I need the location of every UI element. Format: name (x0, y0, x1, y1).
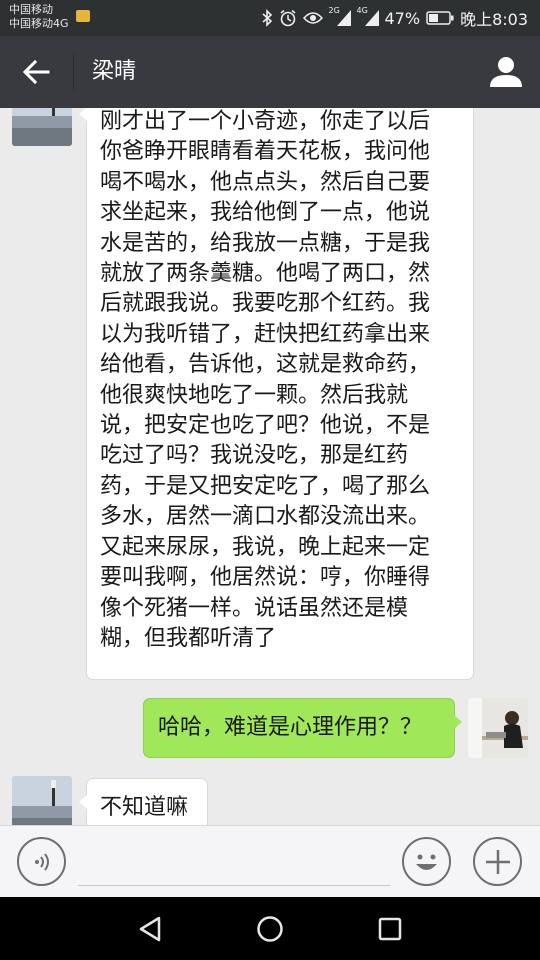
message-line: 求坐起来，我给他倒了一点，他说 (100, 200, 431, 226)
signal-icon-2: 4G (357, 6, 379, 26)
avatar-image (12, 108, 72, 146)
message-text: 不知道嘛 (100, 795, 189, 820)
nav-recents-icon (378, 917, 402, 941)
message-list[interactable]: 刚才出了一个小奇迹，你走了以后 你爸睁开眼睛看着天花板，我问他 喝不喝水，他点点… (0, 108, 540, 825)
alarm-icon (280, 9, 295, 27)
message-line: 像个死猪一样。说话虽然还是模 (100, 595, 409, 621)
message-line: 又起来尿尿，我说，晚上起来一定 (100, 534, 431, 560)
contact-avatar[interactable] (12, 776, 72, 825)
nav-recents-button[interactable] (372, 911, 408, 947)
message-line: 后就跟我说。我要吃那个红药。我 (100, 291, 431, 317)
message-line: 水是苦的，给我放一点糖，于是我 (100, 230, 431, 256)
back-arrow-icon (22, 59, 50, 85)
nav-back-button[interactable] (132, 911, 168, 947)
signal-1-label: 2G (328, 6, 340, 15)
header-divider (73, 54, 74, 90)
message-line: 他很爽快地吃了一颗。然后我就 (100, 382, 409, 408)
voice-button[interactable] (17, 837, 66, 886)
message-line: 刚才出了一个小奇迹，你走了以后 (100, 109, 431, 134)
message-line: 给他看，告诉他，这就是救命药， (100, 352, 431, 378)
nav-back-icon (139, 916, 161, 942)
signal-2-label: 4G (356, 6, 368, 15)
bubble-tail (79, 795, 87, 809)
nav-home-icon (257, 916, 283, 942)
signal-icon: 2G (329, 6, 351, 26)
chat-title: 梁晴 (92, 59, 137, 84)
bubble-tail (79, 108, 87, 121)
message-line: 多水，居然一滴口水都没流出来。 (100, 504, 431, 530)
avatar-image (12, 776, 72, 825)
carrier-info: 中国移动 中国移动4G (9, 3, 69, 31)
battery-percent: 47% (384, 8, 421, 28)
message-text: 哈哈，难道是心理作用？？ (158, 715, 423, 740)
nav-home-button[interactable] (252, 911, 288, 947)
message-bubble-own[interactable]: 哈哈，难道是心理作用？？ (143, 698, 462, 758)
message-line: 糊，但我都听清了 (100, 625, 277, 651)
input-bar (0, 825, 540, 897)
avatar-image (468, 698, 528, 758)
mail-icon (76, 10, 90, 22)
message-input[interactable] (78, 840, 390, 886)
contact-avatar[interactable] (12, 108, 72, 146)
status-icons: 2G 4G 47% 晚上8:03 (261, 6, 528, 30)
status-bar: 中国移动 中国移动4G 2G 4G 47% 晚上8:03 (0, 0, 540, 36)
message-line: 说，把安定也吃了吧？他说，不是 (100, 413, 431, 439)
voice-icon (34, 852, 49, 871)
message-line: 吃过了吗？我说没吃，那是红药 (100, 443, 409, 469)
eye-icon (302, 12, 323, 24)
system-nav-bar (0, 897, 540, 960)
battery-icon (426, 11, 454, 25)
more-button[interactable] (473, 837, 522, 886)
carrier-1: 中国移动 (9, 3, 53, 16)
clock: 晚上8:03 (460, 10, 528, 29)
my-avatar[interactable] (468, 698, 528, 758)
emoji-icon (416, 854, 437, 870)
person-icon (490, 57, 522, 87)
plus-icon (485, 849, 510, 874)
message-line: 就放了两条羹糖。他喝了两口，然 (100, 261, 431, 287)
message-bubble[interactable]: 不知道嘛 (79, 778, 208, 825)
emoji-button[interactable] (402, 837, 451, 886)
chat-header: 梁晴 (0, 36, 540, 108)
carrier-2: 中国移动4G (9, 17, 69, 30)
message-line: 要叫我啊，他居然说：哼，你睡得 (100, 565, 431, 591)
message-line: 你爸睁开眼睛看着天花板，我问他 (100, 139, 431, 165)
back-button[interactable] (0, 36, 72, 108)
bubble-tail (454, 715, 462, 729)
message-line: 喝不喝水，他点点头，然后自己要 (100, 169, 431, 195)
message-line: 药，于是又把安定吃了，喝了那么 (100, 473, 431, 499)
chat-info-button[interactable] (486, 52, 526, 92)
message-bubble[interactable]: 刚才出了一个小奇迹，你走了以后 你爸睁开眼睛看着天花板，我问他 喝不喝水，他点点… (79, 108, 474, 680)
message-line: 以为我听错了，赶快把红药拿出来 (100, 321, 431, 347)
bluetooth-icon (261, 9, 272, 27)
